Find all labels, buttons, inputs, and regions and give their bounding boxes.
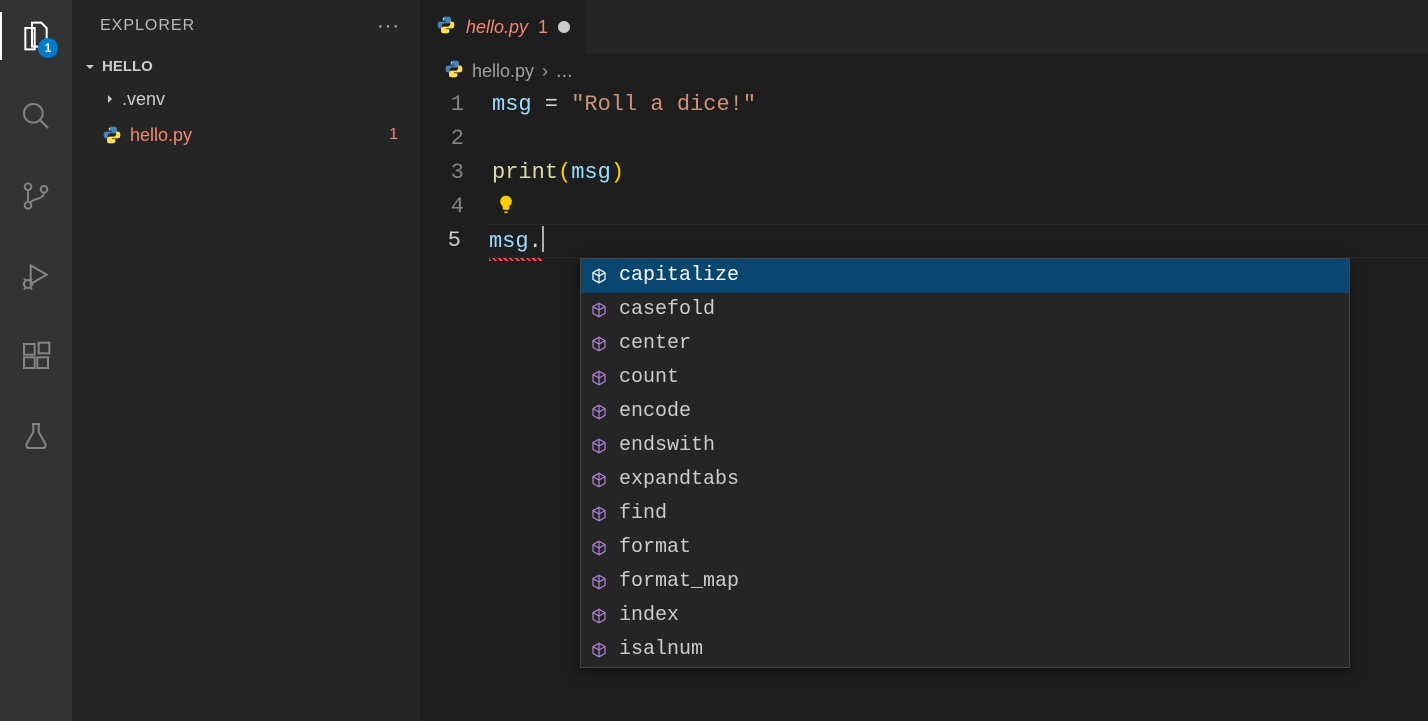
suggest-item[interactable]: center <box>581 327 1349 361</box>
activity-search[interactable] <box>12 92 60 140</box>
intellisense-popup: capitalizecasefoldcentercountencodeendsw… <box>580 258 1350 668</box>
python-icon <box>444 59 464 84</box>
tab-filename: hello.py <box>466 17 528 38</box>
suggest-label: endswith <box>619 429 715 463</box>
tab-hello[interactable]: hello.py 1 <box>420 0 587 54</box>
sidebar-more-button[interactable]: ··· <box>377 15 400 38</box>
code-line-5: msg. <box>489 224 1428 258</box>
breadcrumb-file: hello.py <box>472 61 534 82</box>
branch-icon <box>20 180 52 212</box>
tree-item-error-count: 1 <box>389 126 398 144</box>
method-icon <box>589 266 609 286</box>
suggest-item[interactable]: format <box>581 531 1349 565</box>
play-bug-icon <box>20 260 52 292</box>
suggest-item[interactable]: isalnum <box>581 633 1349 667</box>
suggest-item[interactable]: find <box>581 497 1349 531</box>
explorer-badge: 1 <box>38 38 58 58</box>
suggest-label: encode <box>619 395 691 429</box>
suggest-label: casefold <box>619 293 715 327</box>
suggest-item[interactable]: format_map <box>581 565 1349 599</box>
tree-item-label: .venv <box>122 89 165 110</box>
suggest-label: center <box>619 327 691 361</box>
method-icon <box>589 572 609 592</box>
lightbulb-icon[interactable] <box>496 192 516 226</box>
method-icon <box>589 300 609 320</box>
activity-run-debug[interactable] <box>12 252 60 300</box>
suggest-label: isalnum <box>619 633 703 667</box>
breadcrumbs[interactable]: hello.py › ... <box>420 54 1428 88</box>
method-icon <box>589 504 609 524</box>
method-icon <box>589 470 609 490</box>
editor-area: hello.py 1 hello.py › ... 1 msg = "Roll … <box>420 0 1428 721</box>
sidebar-header: EXPLORER ··· <box>72 0 420 52</box>
line-number: 5 <box>420 224 489 258</box>
code-editor[interactable]: 1 msg = "Roll a dice!" 2 3 print(msg) 4 … <box>420 88 1428 721</box>
beaker-icon <box>20 420 52 452</box>
activity-testing[interactable] <box>12 412 60 460</box>
text-cursor <box>542 226 544 252</box>
suggest-item[interactable]: encode <box>581 395 1349 429</box>
search-icon <box>20 100 52 132</box>
tab-error-count: 1 <box>538 17 548 38</box>
method-icon <box>589 436 609 456</box>
python-icon <box>102 125 122 145</box>
tree-item-label: hello.py <box>130 125 192 146</box>
suggest-item[interactable]: capitalize <box>581 259 1349 293</box>
tree-file-hello[interactable]: hello.py 1 <box>82 117 420 153</box>
suggest-item[interactable]: expandtabs <box>581 463 1349 497</box>
suggest-label: capitalize <box>619 259 739 293</box>
suggest-item[interactable]: endswith <box>581 429 1349 463</box>
suggest-item[interactable]: casefold <box>581 293 1349 327</box>
file-tree: .venv hello.py 1 <box>72 81 420 153</box>
suggest-label: count <box>619 361 679 395</box>
suggest-item[interactable]: index <box>581 599 1349 633</box>
tree-folder-venv[interactable]: .venv <box>82 81 420 117</box>
folder-header[interactable]: HELLO <box>72 52 420 81</box>
tabs-bar: hello.py 1 <box>420 0 1428 54</box>
method-icon <box>589 538 609 558</box>
line-number: 4 <box>420 190 492 224</box>
line-number: 2 <box>420 122 492 156</box>
line-number: 3 <box>420 156 492 190</box>
suggest-label: expandtabs <box>619 463 739 497</box>
breadcrumb-separator: › <box>542 61 548 82</box>
method-icon <box>589 640 609 660</box>
chevron-down-icon <box>82 59 98 75</box>
activity-explorer[interactable]: 1 <box>12 12 60 60</box>
activity-extensions[interactable] <box>12 332 60 380</box>
suggest-label: format_map <box>619 565 739 599</box>
explorer-sidebar: EXPLORER ··· HELLO .venv hello.py 1 <box>72 0 420 721</box>
activity-source-control[interactable] <box>12 172 60 220</box>
code-line-1: msg = "Roll a dice!" <box>492 88 756 122</box>
folder-name: HELLO <box>102 58 153 75</box>
sidebar-title: EXPLORER <box>100 17 195 35</box>
activity-bar: 1 <box>0 0 72 721</box>
breadcrumb-tail: ... <box>556 60 573 83</box>
python-icon <box>436 15 456 40</box>
dirty-indicator-icon[interactable] <box>558 21 570 33</box>
method-icon <box>589 368 609 388</box>
suggest-label: index <box>619 599 679 633</box>
method-icon <box>589 606 609 626</box>
method-icon <box>589 402 609 422</box>
suggest-item[interactable]: count <box>581 361 1349 395</box>
extensions-icon <box>20 340 52 372</box>
suggest-label: find <box>619 497 667 531</box>
code-line-3: print(msg) <box>492 156 624 190</box>
line-number: 1 <box>420 88 492 122</box>
suggest-label: format <box>619 531 691 565</box>
chevron-right-icon <box>102 91 118 107</box>
method-icon <box>589 334 609 354</box>
